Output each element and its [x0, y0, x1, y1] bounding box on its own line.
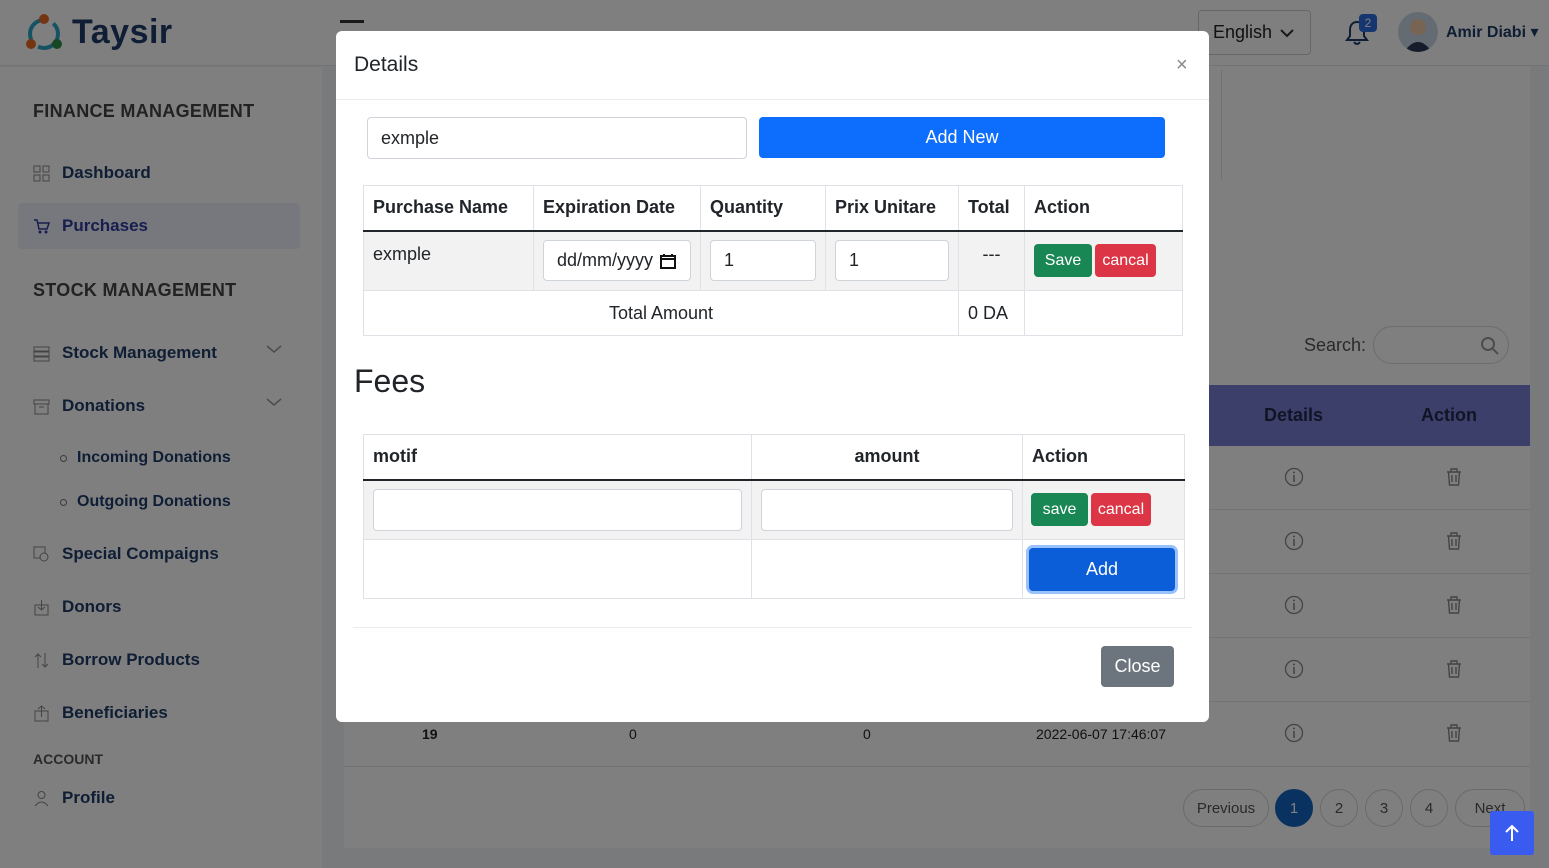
close-button[interactable]: Close [1101, 646, 1174, 687]
column-header: Total [958, 185, 1025, 232]
scroll-to-top-button[interactable] [1490, 811, 1534, 855]
total-row: Total Amount 0 DA [363, 290, 1183, 336]
prix-unitare-input[interactable]: 1 [835, 240, 949, 282]
cell-amount [751, 479, 1023, 540]
save-fee-button[interactable]: save [1031, 493, 1088, 527]
column-header: Purchase Name [363, 185, 534, 232]
empty-cell [1024, 290, 1183, 336]
cell-total: --- [958, 230, 1025, 291]
empty-cell [363, 539, 752, 599]
add-row: Add [363, 539, 1185, 599]
cell-purchase-name: exmple [363, 230, 534, 291]
cell-action: Save cancal [1024, 230, 1183, 291]
total-amount-label: Total Amount [363, 290, 959, 336]
table-row: save cancal [363, 479, 1185, 540]
fees-heading: Fees [354, 363, 426, 399]
modal-title: Details [354, 53, 419, 76]
cell-expiration: dd/mm/yyyy [533, 230, 701, 291]
arrow-up-icon [1505, 824, 1519, 841]
cancel-button[interactable]: cancal [1095, 244, 1156, 278]
date-placeholder: dd/mm/yyyy [557, 250, 654, 271]
expiration-date-input[interactable]: dd/mm/yyyy [543, 240, 691, 282]
table-row: exmple dd/mm/yyyy 1 1 --- Save cancal [363, 230, 1183, 291]
total-amount-value: 0 DA [958, 290, 1025, 336]
column-header: Prix Unitare [825, 185, 959, 232]
purchase-name-input[interactable]: exmple [367, 117, 747, 159]
fees-table: motif amount Action save cancal Add [363, 434, 1185, 599]
column-header: Action [1022, 434, 1185, 481]
column-header: Quantity [700, 185, 826, 232]
purchase-table: Purchase Name Expiration Date Quantity P… [363, 185, 1183, 336]
column-header: amount [751, 434, 1023, 481]
empty-cell [751, 539, 1023, 599]
column-header: Action [1024, 185, 1183, 232]
cell-action: save cancal [1022, 479, 1185, 540]
modal-footer-divider [353, 627, 1192, 628]
cell-prix: 1 [825, 230, 959, 291]
motif-textarea[interactable] [373, 488, 742, 531]
column-header: Expiration Date [533, 185, 701, 232]
cell-quantity: 1 [700, 230, 826, 291]
add-fee-button[interactable]: Add [1029, 547, 1175, 591]
quantity-input[interactable]: 1 [710, 240, 816, 282]
amount-input[interactable] [761, 488, 1013, 531]
cell-motif [363, 479, 752, 540]
details-modal: Details × exmple Add New Purchase Name E… [336, 31, 1209, 722]
cell-add: Add [1022, 539, 1185, 599]
cancel-fee-button[interactable]: cancal [1091, 493, 1151, 527]
close-icon[interactable]: × [1176, 53, 1188, 77]
add-new-button[interactable]: Add New [759, 117, 1165, 158]
calendar-icon [660, 253, 676, 269]
save-button[interactable]: Save [1034, 244, 1092, 278]
modal-header: Details × [336, 31, 1209, 100]
column-header: motif [363, 434, 752, 481]
